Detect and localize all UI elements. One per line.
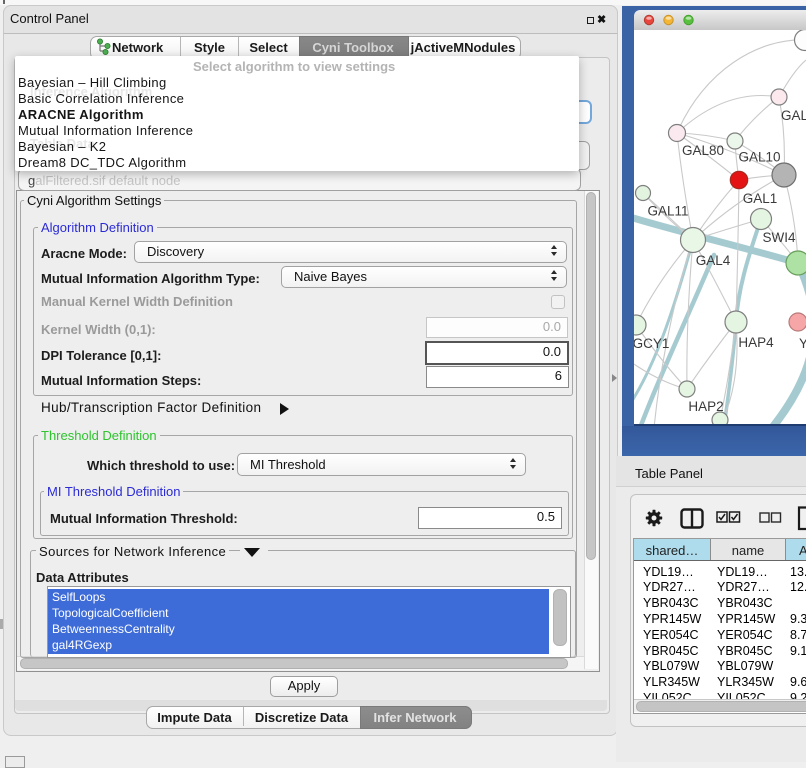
svg-text:GAL80: GAL80 bbox=[682, 143, 724, 158]
svg-text:HAP2: HAP2 bbox=[688, 399, 723, 414]
svg-text:GAL: GAL bbox=[781, 108, 806, 123]
svg-text:GAL10: GAL10 bbox=[738, 150, 780, 165]
svg-text:GAL11: GAL11 bbox=[647, 204, 688, 219]
svg-text:GAL1: GAL1 bbox=[743, 191, 778, 206]
svg-text:HAP4: HAP4 bbox=[738, 335, 774, 350]
svg-text:SWI4: SWI4 bbox=[762, 230, 795, 245]
svg-text:GAL4: GAL4 bbox=[696, 253, 731, 268]
svg-text:GCY1: GCY1 bbox=[634, 336, 669, 351]
svg-text:Y: Y bbox=[799, 336, 806, 351]
